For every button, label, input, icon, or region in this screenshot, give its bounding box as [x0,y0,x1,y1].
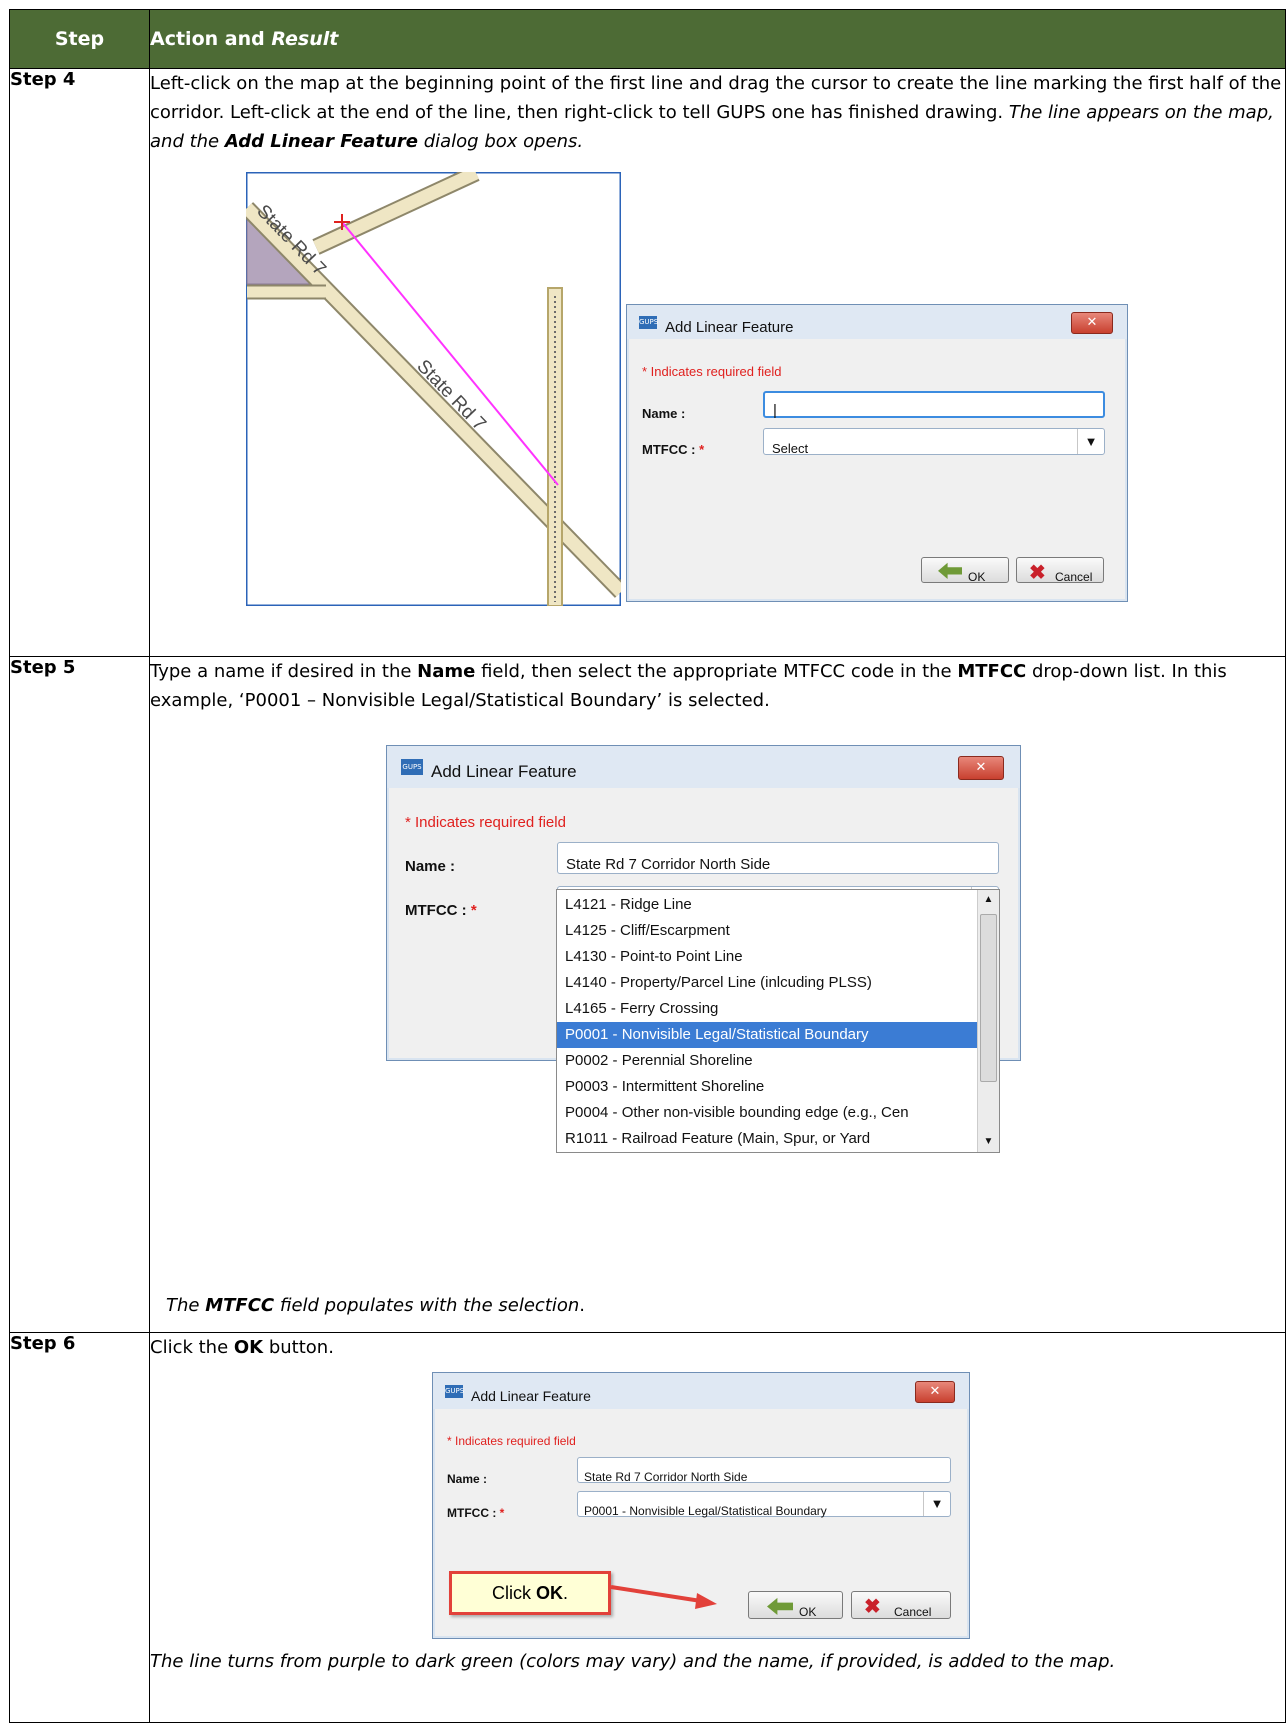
table-row: Step 5 Type a name if desired in the Nam… [9,656,1286,1333]
add-linear-feature-dialog: GUPS Add Linear Feature ✕ * Indicates re… [626,304,1128,602]
mtfcc-select-value: P0001 - Nonvisible Legal/Statistical Bou… [584,1504,827,1518]
close-button[interactable]: ✕ [958,756,1004,780]
table-row: Step 6 Click the OK button. GUPS Add Lin… [9,1332,1286,1723]
ok-arrow-icon [767,1597,793,1615]
mtfcc-select[interactable]: Select ▼ [763,428,1105,456]
required-note: * Indicates required field [405,814,566,831]
cancel-button[interactable]: ✖ Cancel [851,1591,951,1619]
step-label: Step 4 [9,68,150,657]
dropdown-option[interactable]: L4140 - Property/Parcel Line (inlcuding … [557,970,977,996]
dropdown-option[interactable]: L4125 - Cliff/Escarpment [557,918,977,944]
gups-app-icon: GUPS [401,759,423,775]
mtfcc-label: MTFCC : * [405,902,477,919]
mtfcc-label: MTFCC : * [642,442,705,457]
step5-instruction: Type a name if desired in the Name field… [150,661,1227,711]
steps-table: Step Action and Result Step 4 Left-click… [9,9,1286,1723]
mtfcc-dropdown-list[interactable]: L4121 - Ridge Line L4125 - Cliff/Escarpme… [556,889,1000,1153]
step-action: Type a name if desired in the Name field… [149,656,1286,1333]
map-view[interactable]: State Rd 7 State Rd 7 [246,172,621,606]
name-input[interactable]: | [763,391,1105,419]
close-button[interactable]: ✕ [1071,312,1113,334]
scrollbar[interactable]: ▲ ▼ [977,890,999,1152]
step4-instruction: Left-click on the map at the beginning p… [150,73,1282,152]
step6-instruction: Click the OK button. [150,1337,334,1358]
dialog-titlebar[interactable]: GUPS Add Linear Feature ✕ [433,1373,969,1409]
dropdown-option[interactable]: L4121 - Ridge Line [557,892,977,918]
dropdown-option[interactable]: P0002 - Perennial Shoreline [557,1048,977,1074]
chevron-down-icon: ▼ [923,1492,950,1516]
header-action-label: Action and [150,28,265,50]
callout-arrow [610,1585,717,1609]
step5-result: The MTFCC field populates with the selec… [166,1295,586,1316]
cancel-button[interactable]: ✖ Cancel [1016,557,1104,584]
dropdown-option[interactable]: P0004 - Other non-visible bounding edge … [557,1100,977,1126]
required-note: * Indicates required field [642,364,782,379]
dialog-titlebar[interactable]: GUPS Add Linear Feature ✕ [387,746,1020,788]
gups-app-icon: GUPS [445,1385,464,1398]
scroll-down-icon[interactable]: ▼ [978,1132,999,1152]
step-action: Left-click on the map at the beginning p… [149,68,1286,657]
step-label: Step 5 [9,656,150,1333]
scrollbar-thumb[interactable] [980,914,997,1082]
step-action: Click the OK button. GUPS Add Linear Fea… [149,1332,1286,1723]
dialog-title: Add Linear Feature [471,1388,591,1404]
close-button[interactable]: ✕ [915,1381,955,1403]
dropdown-option[interactable]: L4130 - Point-to Point Line [557,944,977,970]
dropdown-option[interactable]: L4165 - Ferry Crossing [557,996,977,1022]
step4-screenshot: State Rd 7 State Rd 7 GUPS Add Linear Fe… [150,156,1285,616]
chevron-down-icon: ▼ [1077,429,1104,454]
header-step: Step [9,9,150,69]
mtfcc-select-value: Select [772,441,809,456]
name-label: Name : [405,858,456,875]
required-note: * Indicates required field [447,1434,576,1448]
cancel-x-icon: ✖ [1029,562,1046,584]
step6-result: The line turns from purple to dark green… [150,1651,1116,1672]
header-action: Action and Result [149,9,1286,69]
mtfcc-label: MTFCC : * [447,1506,505,1520]
step6-screenshot: GUPS Add Linear Feature ✕ * Indicates re… [150,1362,1285,1647]
table-row: Step 4 Left-click on the map at the begi… [9,68,1286,657]
dropdown-items: L4121 - Ridge Line L4125 - Cliff/Escarpme… [557,892,977,1152]
scroll-up-icon[interactable]: ▲ [978,890,999,910]
name-label: Name : [642,406,686,421]
ok-button[interactable]: OK [748,1591,843,1619]
ok-arrow-icon [938,562,962,579]
ok-button[interactable]: OK [921,557,1009,584]
dialog-title: Add Linear Feature [665,319,794,336]
dropdown-option[interactable]: P0003 - Intermittent Shoreline [557,1074,977,1100]
name-input-value: State Rd 7 Corridor North Side [566,856,771,873]
name-input[interactable]: State Rd 7 Corridor North Side [557,842,999,874]
mtfcc-select[interactable]: P0001 - Nonvisible Legal/Statistical Bou… [577,1491,951,1518]
cancel-x-icon: ✖ [864,1596,881,1618]
dropdown-option[interactable]: R1011 - Railroad Feature (Main, Spur, or… [557,1126,977,1152]
gups-app-icon: GUPS [639,316,658,329]
header-result-label: Result [271,28,339,50]
dialog-title: Add Linear Feature [431,762,577,781]
dropdown-option[interactable]: P0001 - Nonvisible Legal/Statistical Bou… [557,1022,977,1048]
name-input[interactable]: State Rd 7 Corridor North Side [577,1457,951,1484]
step-label: Step 6 [9,1332,150,1723]
click-ok-callout: Click OK. [449,1571,611,1615]
name-input-value: State Rd 7 Corridor North Side [584,1470,748,1484]
step5-screenshot: GUPS Add Linear Feature ✕ * Indicates re… [150,715,1285,1263]
dialog-titlebar[interactable]: GUPS Add Linear Feature ✕ [627,305,1127,339]
name-label: Name : [447,1472,488,1486]
add-linear-feature-dialog: GUPS Add Linear Feature ✕ * Indicates re… [432,1372,970,1639]
